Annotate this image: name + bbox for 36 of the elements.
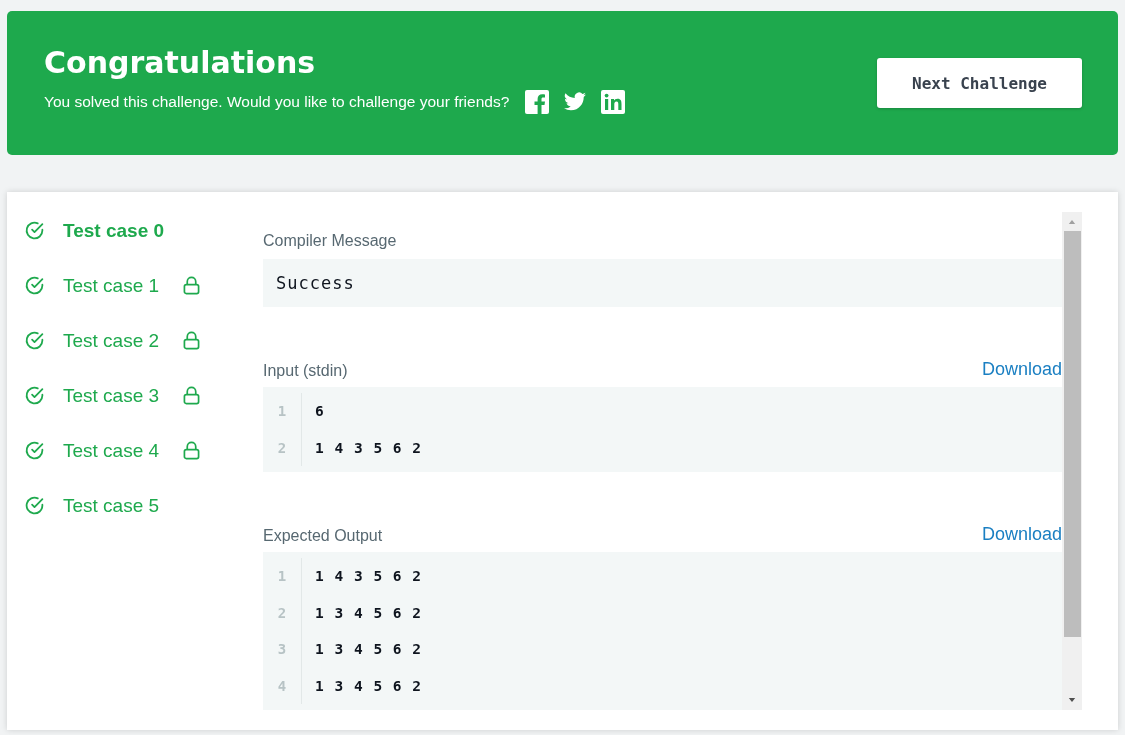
section-label: Input (stdin) xyxy=(263,362,348,380)
compiler-message-label: Compiler Message xyxy=(263,232,398,250)
download-link[interactable]: Download xyxy=(981,524,1062,545)
line-number: 3 xyxy=(276,640,288,659)
banner-title: Congratulations xyxy=(44,44,317,80)
linkedin-icon[interactable] xyxy=(601,89,626,114)
check-circle-icon xyxy=(24,275,45,296)
code-line: 1 3 4 5 6 2 xyxy=(315,640,422,659)
code-line: 1 3 4 5 6 2 xyxy=(315,603,422,623)
facebook-icon[interactable] xyxy=(525,89,550,114)
line-number: 1 xyxy=(276,402,288,421)
line-number: 1 xyxy=(276,567,288,586)
check-circle-icon xyxy=(24,330,45,351)
line-number: 2 xyxy=(276,603,288,623)
compiler-message-box: Success xyxy=(263,259,1062,307)
line-number: 2 xyxy=(276,438,288,458)
test-case-tab[interactable]: Test case 3 xyxy=(63,384,160,407)
test-case-tab[interactable]: Test case 2 xyxy=(63,329,160,352)
code-line: 6 xyxy=(315,402,325,421)
code-line: 1 4 3 5 6 2 xyxy=(315,438,422,458)
code-line: 1 4 3 5 6 2 xyxy=(315,567,422,586)
check-circle-icon xyxy=(24,385,45,406)
banner-message: You solved this challenge. Would you like to challenge your friends? xyxy=(44,92,510,111)
check-circle-icon xyxy=(24,495,45,516)
scrollbar-drawing[interactable] xyxy=(1062,212,1082,710)
code-line: 1 3 4 5 6 2 xyxy=(315,676,422,696)
line-number: 4 xyxy=(276,676,288,696)
section-label: Expected Output xyxy=(263,527,383,545)
test-case-tab[interactable]: Test case 5 xyxy=(63,494,160,517)
check-circle-icon xyxy=(24,220,45,241)
test-case-tab[interactable]: Test case 1 xyxy=(63,274,160,297)
test-case-tab[interactable]: Test case 4 xyxy=(63,439,160,462)
check-circle-icon xyxy=(24,440,45,461)
download-link[interactable]: Download xyxy=(981,359,1062,380)
next-challenge-button[interactable]: Next Challenge xyxy=(877,58,1082,108)
test-case-tab[interactable]: Test case 0 xyxy=(63,219,165,242)
